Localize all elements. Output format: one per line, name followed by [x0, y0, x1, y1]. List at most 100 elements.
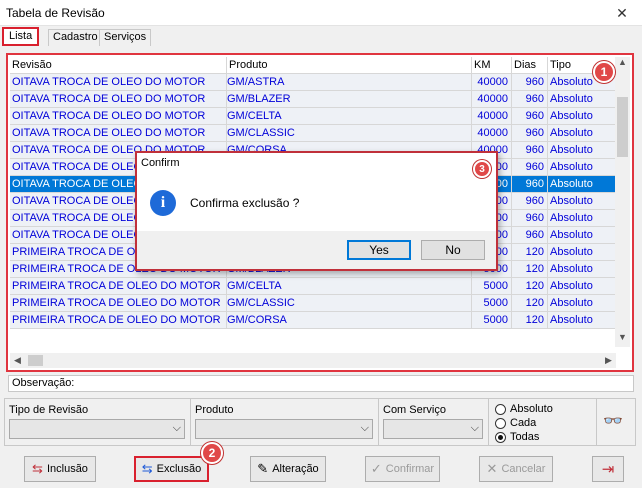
cell-produto[interactable]: GM/CELTA: [227, 278, 472, 295]
vertical-scrollbar[interactable]: ▲ ▼: [615, 57, 630, 347]
search-glasses-icon[interactable]: 👓: [603, 411, 623, 431]
table-row[interactable]: PRIMEIRA TROCA DE OLEO DO MOTOR GM/CORSA 5…: [10, 312, 616, 329]
cell-dias[interactable]: 960: [512, 74, 548, 91]
radio-dot[interactable]: [495, 417, 506, 429]
table-row[interactable]: OITAVA TROCA DE OLEO DO MOTOR GM/CLASSIC 4…: [10, 125, 616, 142]
cell-tipo[interactable]: Absoluto: [548, 244, 616, 261]
confirmar-label: Confirmar: [385, 463, 435, 475]
cell-dias[interactable]: 120: [512, 244, 548, 261]
cell-tipo[interactable]: Absoluto: [548, 210, 616, 227]
scroll-thumb[interactable]: [617, 97, 628, 157]
cell-tipo[interactable]: Absoluto: [548, 91, 616, 108]
scroll-up-icon[interactable]: ▲: [615, 57, 630, 72]
cell-tipo[interactable]: Absoluto: [548, 142, 616, 159]
col-header-produto[interactable]: Produto: [227, 57, 472, 74]
cell-produto[interactable]: GM/ASTRA: [227, 74, 472, 91]
cell-tipo[interactable]: Absoluto: [548, 295, 616, 312]
alteracao-button[interactable]: ✎ Alteração: [250, 456, 326, 482]
cell-produto[interactable]: GM/BLAZER: [227, 91, 472, 108]
radio-cada[interactable]: Cada: [495, 417, 536, 429]
tipo-revisao-select[interactable]: ⌵: [9, 419, 185, 439]
cell-revisao[interactable]: OITAVA TROCA DE OLEO DO MOTOR: [10, 125, 227, 142]
cell-km[interactable]: 40000: [472, 108, 512, 125]
cell-dias[interactable]: 120: [512, 312, 548, 329]
cell-revisao[interactable]: OITAVA TROCA DE OLEO DO MOTOR: [10, 74, 227, 91]
cell-km[interactable]: 5000: [472, 312, 512, 329]
confirmar-button[interactable]: ✓ Confirmar: [365, 456, 440, 482]
yes-button[interactable]: Yes: [347, 240, 411, 260]
cell-tipo[interactable]: Absoluto: [548, 193, 616, 210]
radio-absoluto[interactable]: Absoluto: [495, 403, 553, 415]
table-row[interactable]: OITAVA TROCA DE OLEO DO MOTOR GM/BLAZER 40…: [10, 91, 616, 108]
produto-select[interactable]: ⌵: [195, 419, 373, 439]
cell-tipo[interactable]: Absoluto: [548, 261, 616, 278]
table-row[interactable]: OITAVA TROCA DE OLEO DO MOTOR GM/CELTA 400…: [10, 108, 616, 125]
cell-dias[interactable]: 960: [512, 176, 548, 193]
cell-km[interactable]: 40000: [472, 74, 512, 91]
cell-dias[interactable]: 960: [512, 210, 548, 227]
cell-dias[interactable]: 960: [512, 193, 548, 210]
cell-tipo[interactable]: Absoluto: [548, 125, 616, 142]
cell-revisao[interactable]: PRIMEIRA TROCA DE OLEO DO MOTOR: [10, 312, 227, 329]
cell-revisao[interactable]: OITAVA TROCA DE OLEO DO MOTOR: [10, 108, 227, 125]
com-servico-label: Com Serviço: [383, 404, 446, 416]
cell-tipo[interactable]: Absoluto: [548, 108, 616, 125]
table-row[interactable]: PRIMEIRA TROCA DE OLEO DO MOTOR GM/CELTA 5…: [10, 278, 616, 295]
inclusao-label: Inclusão: [46, 463, 88, 475]
cell-tipo[interactable]: Absoluto: [548, 227, 616, 244]
cell-dias[interactable]: 960: [512, 159, 548, 176]
scroll-right-icon[interactable]: ▶: [601, 353, 616, 368]
radio-todas[interactable]: Todas: [495, 431, 539, 443]
cell-revisao[interactable]: PRIMEIRA TROCA DE OLEO DO MOTOR: [10, 278, 227, 295]
cell-revisao[interactable]: PRIMEIRA TROCA DE OLEO DO MOTOR: [10, 295, 227, 312]
cell-revisao[interactable]: OITAVA TROCA DE OLEO DO MOTOR: [10, 91, 227, 108]
tab-cadastro[interactable]: Cadastro: [48, 29, 103, 46]
cell-dias[interactable]: 960: [512, 142, 548, 159]
close-icon[interactable]: ✕: [602, 0, 642, 26]
col-header-revisao[interactable]: Revisão: [10, 57, 227, 74]
cell-tipo[interactable]: Absoluto: [548, 176, 616, 193]
radio-dot[interactable]: [495, 403, 506, 415]
cancelar-button[interactable]: ✕ Cancelar: [479, 456, 553, 482]
table-row[interactable]: PRIMEIRA TROCA DE OLEO DO MOTOR GM/CLASSI…: [10, 295, 616, 312]
scroll-left-icon[interactable]: ◀: [10, 353, 25, 368]
cell-dias[interactable]: 960: [512, 91, 548, 108]
cell-tipo[interactable]: Absoluto: [548, 278, 616, 295]
no-button[interactable]: No: [421, 240, 485, 260]
cell-km[interactable]: 5000: [472, 295, 512, 312]
cell-dias[interactable]: 120: [512, 261, 548, 278]
inclusao-button[interactable]: ⇆ Inclusão: [24, 456, 96, 482]
exit-button[interactable]: ⇥: [592, 456, 624, 482]
alteracao-label: Alteração: [272, 463, 319, 475]
cell-produto[interactable]: GM/CELTA: [227, 108, 472, 125]
action-bar: ⇆ Inclusão ⇆ Exclusão ✎ Alteração ✓ Conf…: [0, 442, 642, 488]
observacao-field[interactable]: Observação:: [8, 375, 634, 392]
cell-dias[interactable]: 960: [512, 108, 548, 125]
hscroll-thumb[interactable]: [28, 355, 43, 366]
com-servico-select[interactable]: ⌵: [383, 419, 483, 439]
radio-todas-label: Todas: [510, 431, 540, 443]
tab-servicos[interactable]: Serviços: [99, 29, 152, 46]
cell-produto[interactable]: GM/CLASSIC: [227, 125, 472, 142]
add-icon: ⇆: [32, 461, 43, 476]
exclusao-button[interactable]: ⇆ Exclusão: [134, 456, 209, 482]
cell-produto[interactable]: GM/CLASSIC: [227, 295, 472, 312]
col-header-dias[interactable]: Dias: [512, 57, 548, 74]
cell-dias[interactable]: 960: [512, 125, 548, 142]
cell-dias[interactable]: 120: [512, 278, 548, 295]
cell-km[interactable]: 40000: [472, 125, 512, 142]
cell-km[interactable]: 40000: [472, 91, 512, 108]
scroll-down-icon[interactable]: ▼: [615, 332, 630, 347]
table-row[interactable]: OITAVA TROCA DE OLEO DO MOTOR GM/ASTRA 400…: [10, 74, 616, 91]
cell-dias[interactable]: 120: [512, 295, 548, 312]
horizontal-scrollbar[interactable]: ◀ ▶: [10, 353, 616, 368]
cell-tipo[interactable]: Absoluto: [548, 312, 616, 329]
col-header-km[interactable]: KM: [472, 57, 512, 74]
cell-km[interactable]: 5000: [472, 278, 512, 295]
radio-dot-checked[interactable]: [495, 431, 506, 443]
cell-produto[interactable]: GM/CORSA: [227, 312, 472, 329]
cell-dias[interactable]: 960: [512, 227, 548, 244]
grid-header: Revisão Produto KM Dias Tipo: [10, 57, 616, 74]
cell-tipo[interactable]: Absoluto: [548, 159, 616, 176]
tab-lista[interactable]: Lista: [2, 27, 40, 46]
